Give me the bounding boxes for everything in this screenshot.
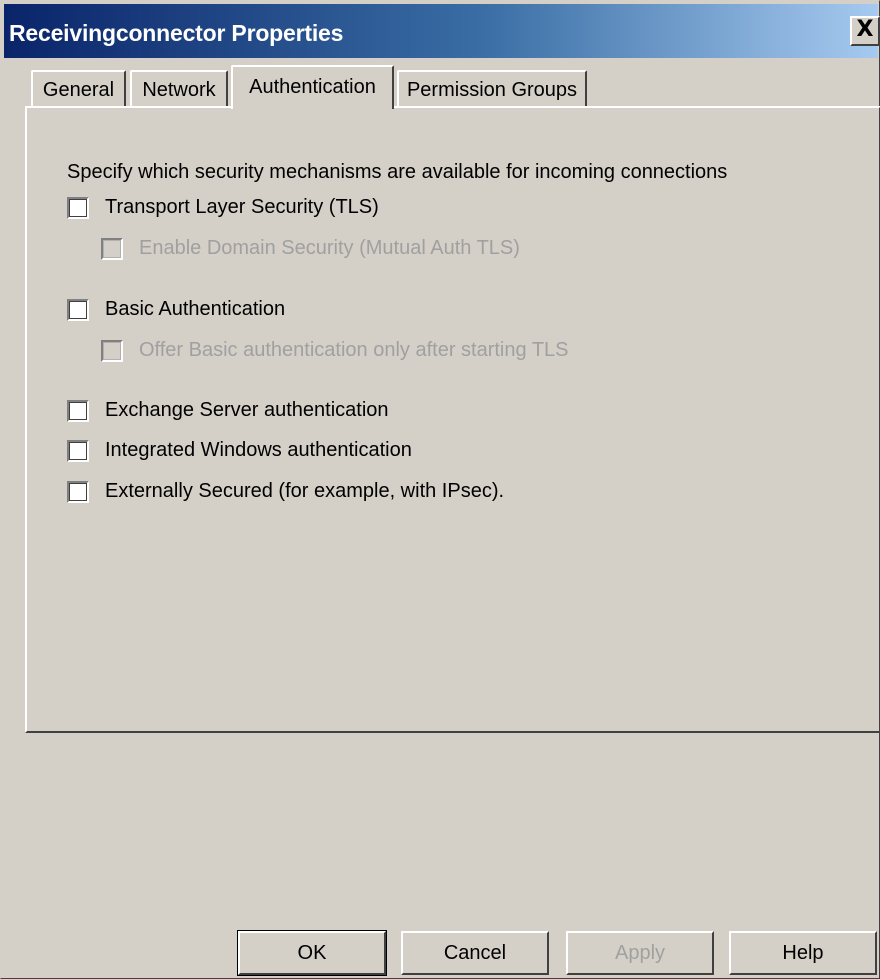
- basic-auth-checkbox-box[interactable]: [67, 298, 89, 321]
- help-button[interactable]: Help: [729, 931, 877, 975]
- integrated-windows-auth-checkbox-box[interactable]: [67, 439, 89, 462]
- integrated-windows-auth-label: Integrated Windows authentication: [105, 439, 412, 461]
- exchange-server-auth-checkbox-box[interactable]: [67, 399, 89, 422]
- integrated-windows-auth-checkbox[interactable]: Integrated Windows authentication: [67, 439, 412, 462]
- close-icon: X: [856, 17, 874, 42]
- tls-checkbox-box[interactable]: [67, 196, 89, 219]
- tab-general[interactable]: General: [31, 70, 126, 108]
- tab-network[interactable]: Network: [130, 70, 228, 108]
- basic-auth-label: Basic Authentication: [105, 298, 286, 320]
- title-bar[interactable]: Receivingconnector Properties X: [4, 4, 880, 58]
- tab-permission-groups[interactable]: Permission Groups: [397, 70, 587, 108]
- tab-authentication[interactable]: Authentication: [231, 65, 394, 109]
- basic-auth-checkbox[interactable]: Basic Authentication: [67, 298, 285, 321]
- tab-strip: General Network Authentication Permissio…: [1, 61, 880, 109]
- tls-label: Transport Layer Security (TLS): [105, 196, 379, 218]
- intro-text: Specify which security mechanisms are av…: [67, 161, 728, 183]
- ok-button[interactable]: OK: [237, 930, 387, 976]
- apply-button[interactable]: Apply: [566, 931, 714, 975]
- properties-dialog: Receivingconnector Properties X General …: [0, 0, 880, 979]
- basic-after-tls-checkbox-box[interactable]: [101, 339, 123, 362]
- exchange-server-auth-label: Exchange Server authentication: [105, 399, 389, 421]
- externally-secured-checkbox[interactable]: Externally Secured (for example, with IP…: [67, 480, 504, 503]
- window-title: Receivingconnector Properties: [9, 20, 344, 46]
- externally-secured-checkbox-box[interactable]: [67, 480, 89, 503]
- exchange-server-auth-checkbox[interactable]: Exchange Server authentication: [67, 399, 389, 422]
- basic-after-tls-checkbox[interactable]: Offer Basic authentication only after st…: [101, 339, 569, 362]
- tls-checkbox[interactable]: Transport Layer Security (TLS): [67, 196, 379, 219]
- domain-security-label: Enable Domain Security (Mutual Auth TLS): [139, 237, 520, 259]
- basic-after-tls-label: Offer Basic authentication only after st…: [139, 339, 569, 361]
- cancel-button[interactable]: Cancel: [401, 931, 549, 975]
- externally-secured-label: Externally Secured (for example, with IP…: [105, 480, 505, 502]
- domain-security-checkbox-box[interactable]: [101, 237, 123, 260]
- domain-security-checkbox[interactable]: Enable Domain Security (Mutual Auth TLS): [101, 237, 520, 260]
- close-button[interactable]: X: [850, 16, 880, 46]
